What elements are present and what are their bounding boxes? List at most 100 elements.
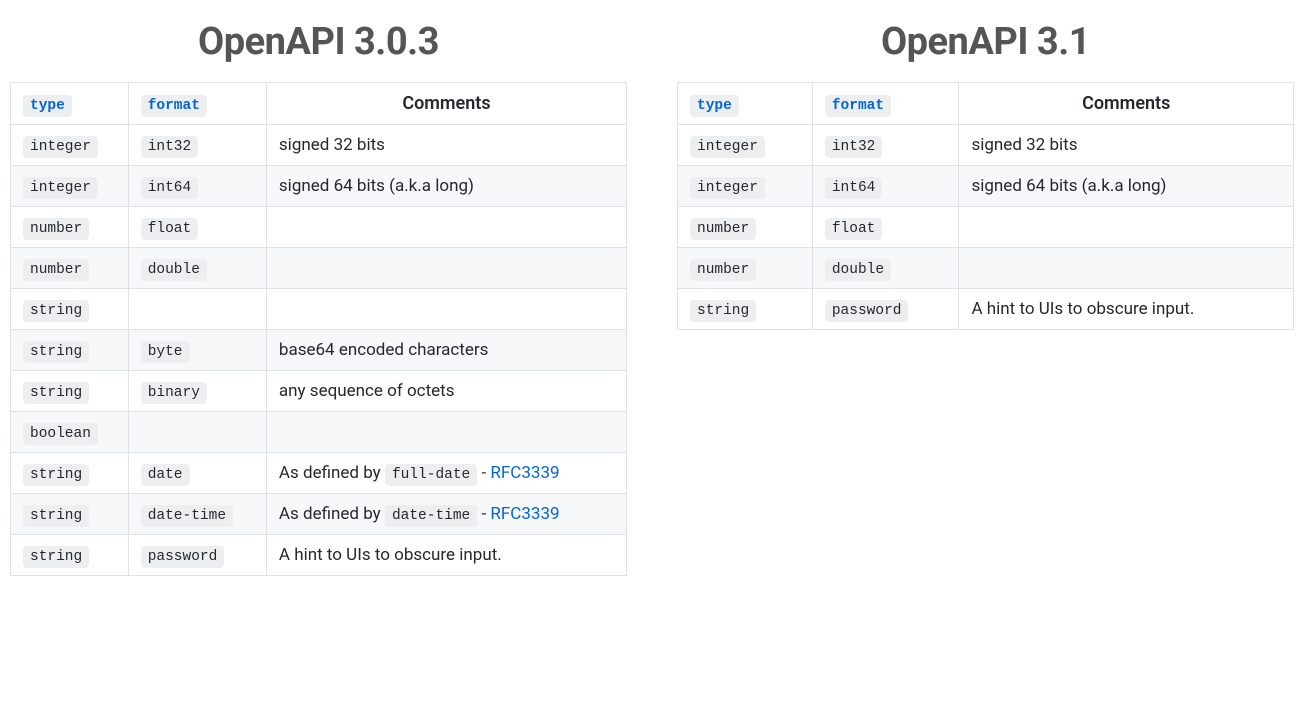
- cell-format: int32: [128, 125, 266, 166]
- format-code: double: [825, 259, 891, 281]
- cell-comment: signed 32 bits: [959, 125, 1294, 166]
- cell-type: integer: [11, 166, 129, 207]
- type-code: number: [23, 218, 89, 240]
- heading-right: OpenAPI 3.1: [677, 20, 1294, 64]
- cell-type: integer: [11, 125, 129, 166]
- format-code: date: [141, 464, 190, 486]
- format-code: float: [825, 218, 883, 240]
- cell-format: [128, 412, 266, 453]
- cell-format: double: [812, 248, 959, 289]
- cell-type: string: [11, 330, 129, 371]
- heading-left: OpenAPI 3.0.3: [10, 20, 627, 64]
- table-row: string password A hint to UIs to obscure i…: [678, 289, 1294, 330]
- type-code: string: [23, 300, 89, 322]
- cell-format: date-time: [128, 494, 266, 535]
- cell-comment: [266, 207, 626, 248]
- cell-type: number: [678, 248, 813, 289]
- table-row: boolean: [11, 412, 627, 453]
- table-row: number double: [678, 248, 1294, 289]
- cell-comment: [266, 248, 626, 289]
- cell-type: string: [11, 289, 129, 330]
- code-keyword: format: [825, 95, 891, 117]
- cell-comment: A hint to UIs to obscure input.: [959, 289, 1294, 330]
- format-code: password: [825, 300, 909, 322]
- cell-type: string: [11, 494, 129, 535]
- type-code: integer: [690, 136, 765, 158]
- col-header-type: type: [678, 83, 813, 125]
- cell-comment: signed 64 bits (a.k.a long): [959, 166, 1294, 207]
- format-code: int64: [825, 177, 883, 199]
- cell-format: float: [812, 207, 959, 248]
- cell-type: number: [11, 207, 129, 248]
- type-code: string: [23, 546, 89, 568]
- format-code: float: [141, 218, 199, 240]
- code-keyword: type: [23, 95, 72, 117]
- cell-type: integer: [678, 125, 813, 166]
- table-row: string date As defined by full-date - RFC3…: [11, 453, 627, 494]
- type-code: number: [690, 218, 756, 240]
- cell-type: string: [678, 289, 813, 330]
- cell-format: date: [128, 453, 266, 494]
- format-code: date-time: [141, 505, 233, 527]
- format-code: int32: [825, 136, 883, 158]
- cell-format: double: [128, 248, 266, 289]
- col-header-comments: Comments: [959, 83, 1294, 125]
- cell-format: password: [128, 535, 266, 576]
- format-code: int32: [141, 136, 199, 158]
- inline-code: full-date: [385, 464, 477, 486]
- cell-comment: A hint to UIs to obscure input.: [266, 535, 626, 576]
- type-code: integer: [23, 136, 98, 158]
- cell-type: number: [11, 248, 129, 289]
- table-row: string: [11, 289, 627, 330]
- type-code: string: [23, 341, 89, 363]
- cell-format: [128, 289, 266, 330]
- inline-code: date-time: [385, 505, 477, 527]
- format-code: byte: [141, 341, 190, 363]
- cell-type: integer: [678, 166, 813, 207]
- cell-comment: base64 encoded characters: [266, 330, 626, 371]
- column-openapi-31: OpenAPI 3.1 type format Comments integer…: [677, 20, 1294, 330]
- cell-type: number: [678, 207, 813, 248]
- type-code: integer: [690, 177, 765, 199]
- format-code: password: [141, 546, 225, 568]
- table-body-right: integer int32 signed 32 bits integer int64 si…: [678, 125, 1294, 330]
- code-keyword: type: [690, 95, 739, 117]
- cell-type: string: [11, 371, 129, 412]
- rfc-link[interactable]: RFC3339: [490, 504, 559, 524]
- cell-comment: [959, 207, 1294, 248]
- type-code: number: [23, 259, 89, 281]
- cell-format: float: [128, 207, 266, 248]
- cell-comment: [266, 412, 626, 453]
- table-left: type format Comments integerint32signed …: [10, 82, 627, 576]
- table-row: string password A hint to UIs to obscure i…: [11, 535, 627, 576]
- type-code: number: [690, 259, 756, 281]
- table-right: type format Comments integer int32 signed …: [677, 82, 1294, 330]
- table-row: string byte base64 encoded characters: [11, 330, 627, 371]
- cell-comment: any sequence of octets: [266, 371, 626, 412]
- table-row: number float: [11, 207, 627, 248]
- type-code: boolean: [23, 423, 98, 445]
- format-code: int64: [141, 177, 199, 199]
- table-body-left: integer int32 signed 32 bits integer int64 si…: [11, 125, 627, 576]
- cell-format: byte: [128, 330, 266, 371]
- format-code: double: [141, 259, 207, 281]
- table-row: number double: [11, 248, 627, 289]
- rfc-link[interactable]: RFC3339: [490, 463, 559, 483]
- cell-comment: As defined by full-date - RFC3339: [266, 453, 626, 494]
- table-row: stringdate-timeAs defined by date-time -…: [11, 494, 627, 535]
- cell-type: boolean: [11, 412, 129, 453]
- cell-type: string: [11, 453, 129, 494]
- column-openapi-303: OpenAPI 3.0.3 type format Comments integ…: [10, 20, 627, 576]
- cell-format: binary: [128, 371, 266, 412]
- cell-format: int64: [812, 166, 959, 207]
- table-row: integer int64 signed 64 bits (a.k.a long): [678, 166, 1294, 207]
- table-row: integer int64 signed 64 bits (a.k.a long): [11, 166, 627, 207]
- cell-comment: signed 64 bits (a.k.a long): [266, 166, 626, 207]
- table-row: integer int32 signed 32 bits: [678, 125, 1294, 166]
- col-header-format: format: [128, 83, 266, 125]
- cell-comment: [266, 289, 626, 330]
- cell-comment: signed 32 bits: [266, 125, 626, 166]
- cell-format: password: [812, 289, 959, 330]
- table-row: string binaryany sequence of octets: [11, 371, 627, 412]
- type-code: string: [23, 382, 89, 404]
